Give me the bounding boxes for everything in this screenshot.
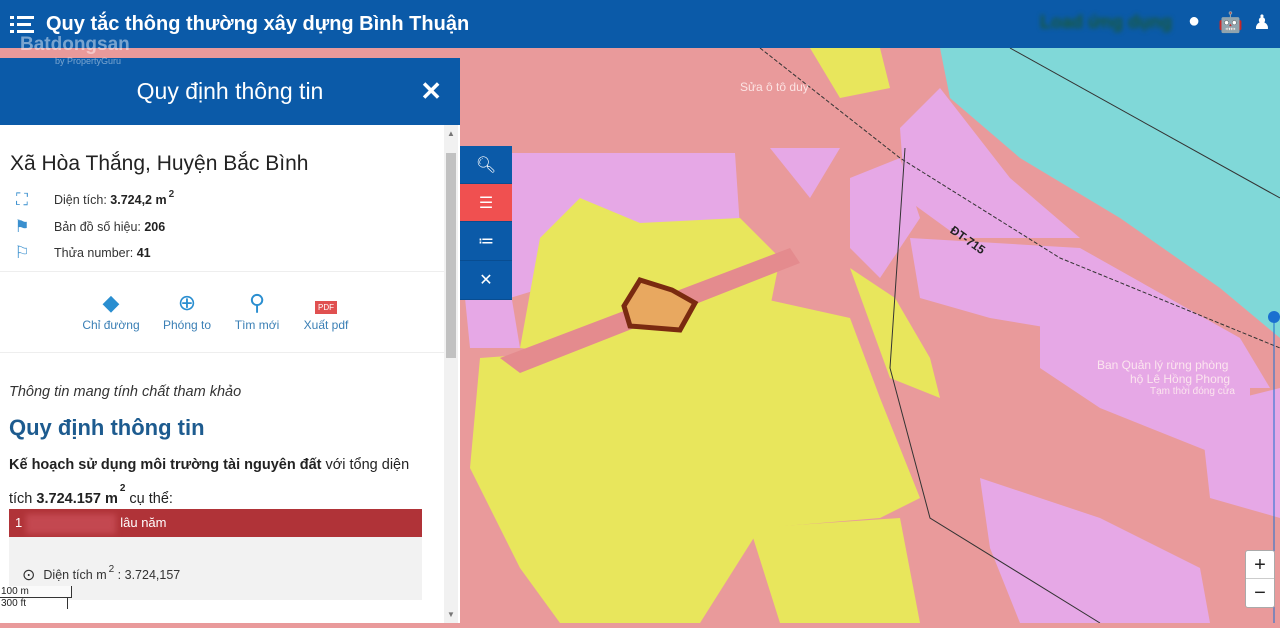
divider	[0, 352, 444, 353]
info-area: ⛶ Diện tích: 3.724,2 m2	[12, 189, 174, 210]
divider	[0, 271, 444, 272]
panel-header: Quy định thông tin ✕	[0, 58, 460, 125]
panel-scrollbar[interactable]: ▲ ▼	[444, 125, 458, 623]
load-app-link[interactable]: Load ứng dụng	[1040, 12, 1172, 33]
list-icon: ≔	[478, 233, 494, 250]
panel-title: Quy định thông tin	[136, 78, 324, 104]
panel-content: Xã Hòa Thắng, Huyện Bắc Bình ⛶ Diện tích:…	[0, 125, 444, 623]
land-category-bar[interactable]: 1 lâu năm	[9, 509, 422, 537]
measure-button[interactable]: ✕	[460, 261, 512, 300]
app-title: Quy tắc thông thường xây dựng Bình Thuận	[46, 12, 470, 35]
flag-filled-icon: ⚑	[14, 217, 30, 236]
close-icon[interactable]: ✕	[420, 76, 442, 107]
tools-icon: ✕	[479, 272, 493, 289]
place-name: Xã Hòa Thắng, Huyện Bắc Bình	[10, 152, 309, 175]
poi-label: Ban Quản lý rừng phòng	[1097, 358, 1229, 372]
scrollbar-thumb[interactable]	[446, 153, 456, 358]
zone-purple	[1200, 388, 1280, 518]
info-map-number: ⚑ Bản đồ số hiệu: 206	[12, 217, 165, 237]
plan-description: Kế hoạch sử dụng môi trường tài nguyên đ…	[9, 457, 410, 507]
poi-label: hộ Lê Hồng Phong	[1130, 372, 1231, 386]
redacted-text	[26, 513, 117, 534]
search-icon: ⚲	[248, 290, 266, 315]
app-header: Quy tắc thông thường xây dựng Bình Thuận…	[0, 0, 1280, 48]
apple-icon[interactable]: ●	[1182, 10, 1206, 34]
poi-label: Tạm thời đóng cửa	[1150, 386, 1235, 397]
directions-icon: ◆	[102, 290, 120, 315]
teacher-icon[interactable]: ♟	[1250, 10, 1274, 34]
zoom-out-button[interactable]: −	[1246, 579, 1274, 607]
location-marker	[1268, 311, 1280, 323]
section-title: Quy định thông tin	[9, 415, 205, 440]
scale-bar: 100 m 300 ft	[0, 586, 72, 609]
poi-label: Sửa ô tô duy	[740, 80, 809, 94]
zoom-in-button[interactable]: ⊕ Phóng to	[158, 290, 216, 332]
layers-button[interactable]: ☰	[460, 184, 512, 222]
zoom-control: + −	[1245, 550, 1275, 608]
directions-button[interactable]: ◆ Chỉ đường	[80, 290, 142, 332]
pdf-icon: PDF	[298, 290, 354, 318]
menu-icon[interactable]	[10, 15, 34, 33]
info-parcel-number: ⚐ Thửa number: 41	[12, 243, 150, 263]
area-icon: ⛶	[16, 190, 28, 209]
new-search-button[interactable]: ⚲ Tìm mới	[230, 290, 284, 332]
zone-yellow	[750, 518, 920, 623]
layers-icon: ☰	[478, 194, 494, 212]
flag-outline-icon: ⚐	[14, 243, 30, 262]
info-panel: Quy định thông tin ✕ Batdongsan by Proper…	[0, 34, 460, 623]
radio-icon: ⊙	[22, 567, 36, 584]
zoom-in-button[interactable]: +	[1246, 551, 1274, 579]
list-button[interactable]: ≔	[460, 222, 512, 261]
watermark-logo: Batdongsan by PropertyGuru	[20, 34, 130, 66]
search-icon: 🔍︎	[475, 156, 497, 174]
map-toolbar: 🔍︎ ☰ ≔ ✕	[460, 146, 512, 300]
zoom-in-icon: ⊕	[177, 290, 197, 315]
export-pdf-button[interactable]: PDF Xuất pdf	[298, 290, 354, 332]
map-search-button[interactable]: 🔍︎	[460, 146, 512, 184]
reference-note: Thông tin mang tính chất tham khảo	[9, 384, 242, 400]
android-icon[interactable]: 🤖	[1218, 10, 1243, 34]
